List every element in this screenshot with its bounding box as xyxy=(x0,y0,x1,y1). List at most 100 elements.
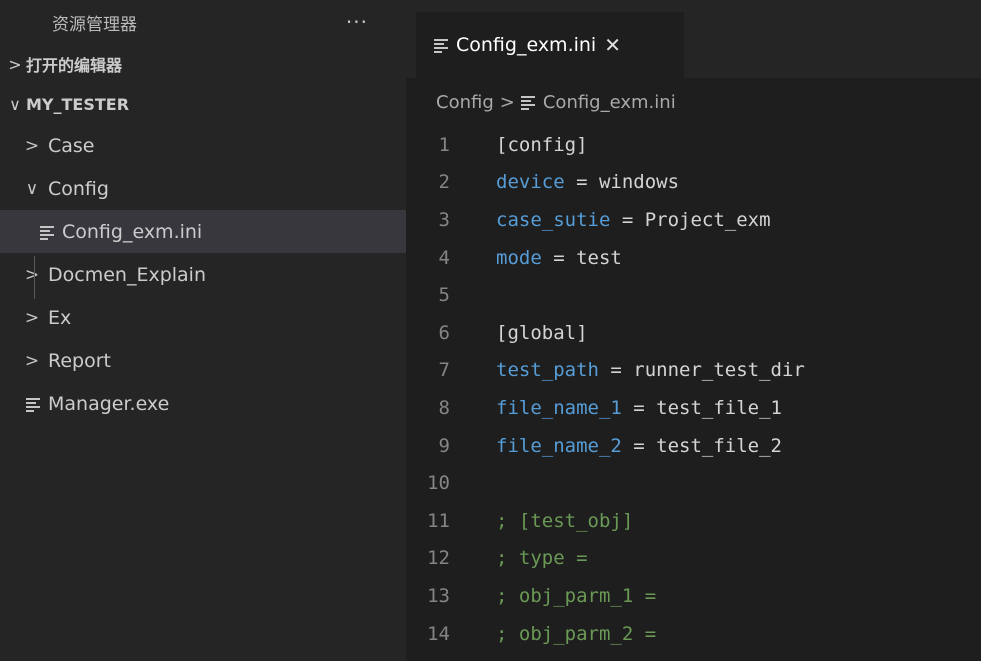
line-text: mode = test xyxy=(496,247,622,269)
code-line[interactable]: 4 mode = test xyxy=(406,239,981,277)
code-line[interactable]: 2 device = windows xyxy=(406,164,981,202)
line-number: 2 xyxy=(438,171,450,194)
code-token: case_sutie xyxy=(496,208,611,231)
tree-item-label: Case xyxy=(48,134,95,157)
line-number: 8 xyxy=(438,396,450,419)
project-label: MY_TESTER xyxy=(26,94,130,114)
close-icon[interactable]: ✕ xyxy=(604,33,621,57)
code-token: device xyxy=(496,171,565,194)
code-token: [global] xyxy=(496,321,588,344)
tree-item-report[interactable]: > Report xyxy=(0,339,406,382)
breadcrumb: Config > Config_exm.ini xyxy=(406,82,676,122)
line-number: 10 xyxy=(427,472,450,495)
line-number: 12 xyxy=(427,547,450,570)
tree-item-config-exm-ini[interactable]: Config_exm.ini xyxy=(0,210,406,253)
code-token: = test_file_1 xyxy=(621,396,782,419)
line-text: file_name_2 = test_file_2 xyxy=(496,435,782,457)
line-number: 7 xyxy=(438,359,450,382)
code-line[interactable]: 13 ; obj_parm_1 = xyxy=(406,577,981,615)
more-icon[interactable]: ··· xyxy=(346,10,368,34)
chevron-right-icon: > xyxy=(24,135,40,156)
line-number: 11 xyxy=(427,509,450,532)
code-editor[interactable]: 1 [config] 2 device = windows 3 case_sutie = … xyxy=(406,126,981,652)
code-line[interactable]: 6 [global] xyxy=(406,314,981,352)
tree-item-label: Report xyxy=(48,349,111,372)
project-section[interactable]: ∨ MY_TESTER xyxy=(0,84,406,124)
code-line[interactable]: 14 ; obj_parm_2 = xyxy=(406,615,981,653)
line-number: 14 xyxy=(427,622,450,645)
explorer-title: 资源管理器 xyxy=(52,14,137,35)
tree-item-case[interactable]: > Case xyxy=(0,124,406,167)
tree-item-manager-exe[interactable]: Manager.exe xyxy=(0,382,406,425)
line-number: 4 xyxy=(438,246,450,269)
line-text: test_path = runner_test_dir xyxy=(496,359,805,381)
line-number: 9 xyxy=(438,434,450,457)
chevron-right-icon: > xyxy=(499,91,515,113)
code-token: ; obj_parm_1 = xyxy=(496,584,657,607)
line-number: 5 xyxy=(438,284,450,307)
code-token: ; [test_obj] xyxy=(496,509,634,532)
line-number: 13 xyxy=(427,584,450,607)
file-lines-icon xyxy=(434,39,448,53)
file-lines-icon xyxy=(40,225,54,240)
line-number: 1 xyxy=(438,133,450,156)
code-line[interactable]: 1 [config] xyxy=(406,126,981,164)
open-editors-label: 打开的编辑器 xyxy=(26,56,123,75)
breadcrumb-folder[interactable]: Config xyxy=(436,92,494,113)
tree-item-docmen-explain[interactable]: > Docmen_Explain xyxy=(0,253,406,296)
code-line[interactable]: 10 xyxy=(406,464,981,502)
code-token: [config] xyxy=(496,133,588,156)
tree-item-label: Ex xyxy=(48,306,72,329)
explorer-header: 资源管理器 ··· xyxy=(0,0,406,44)
line-text: [config] xyxy=(496,134,588,156)
code-line[interactable]: 7 test_path = runner_test_dir xyxy=(406,352,981,390)
tab-label: Config_exm.ini xyxy=(456,34,597,56)
file-lines-icon xyxy=(26,397,40,412)
code-token: = test xyxy=(541,246,622,269)
code-token: test_path xyxy=(496,359,599,382)
code-line[interactable]: 11 ; [test_obj] xyxy=(406,502,981,540)
code-token: mode xyxy=(496,246,542,269)
tab-config-exm-ini[interactable]: Config_exm.ini ✕ xyxy=(416,12,684,78)
chevron-right-icon: > xyxy=(24,307,40,328)
chevron-right-icon: > xyxy=(24,350,40,371)
line-text: case_sutie = Project_exm xyxy=(496,209,771,231)
code-line[interactable]: 12 ; type = xyxy=(406,540,981,578)
code-token: file_name_2 xyxy=(496,434,622,457)
explorer-sidebar: 资源管理器 ··· > 打开的编辑器 ∨ MY_TESTER > Case ∨ … xyxy=(0,0,406,661)
code-token: = runner_test_dir xyxy=(598,359,805,382)
tree-item-label: Manager.exe xyxy=(48,392,170,415)
code-line[interactable]: 8 file_name_1 = test_file_1 xyxy=(406,389,981,427)
line-text: [global] xyxy=(496,322,588,344)
code-token: file_name_1 xyxy=(496,396,622,419)
tree-item-label: Config_exm.ini xyxy=(62,220,203,243)
tab-bar: Config_exm.ini ✕ xyxy=(406,0,981,78)
line-text: file_name_1 = test_file_1 xyxy=(496,397,782,419)
code-token: = Project_exm xyxy=(610,208,771,231)
code-line[interactable]: 3 case_sutie = Project_exm xyxy=(406,201,981,239)
code-token: = windows xyxy=(564,171,680,194)
line-text: ; type = xyxy=(496,547,588,569)
line-number: 6 xyxy=(438,321,450,344)
chevron-down-icon: ∨ xyxy=(25,178,39,199)
code-token: ; obj_parm_2 = xyxy=(496,622,657,645)
breadcrumb-file[interactable]: Config_exm.ini xyxy=(543,92,676,113)
tree-item-label: Config xyxy=(48,177,109,200)
tree-item-label: Docmen_Explain xyxy=(48,263,206,286)
code-line[interactable]: 5 xyxy=(406,276,981,314)
tree-item-config[interactable]: ∨ Config xyxy=(0,167,406,210)
chevron-right-icon: > xyxy=(24,264,40,285)
file-lines-icon xyxy=(520,96,535,110)
line-text: ; obj_parm_1 = xyxy=(496,585,656,607)
tree-item-ex[interactable]: > Ex xyxy=(0,296,406,339)
code-token: = test_file_2 xyxy=(621,434,782,457)
open-editors-section[interactable]: > 打开的编辑器 xyxy=(0,44,406,84)
line-text: ; obj_parm_2 = xyxy=(496,623,656,645)
chevron-down-icon: ∨ xyxy=(9,94,21,114)
code-line[interactable]: 9 file_name_2 = test_file_2 xyxy=(406,427,981,465)
code-token: ; type = xyxy=(496,547,588,570)
indent-guide xyxy=(34,256,35,299)
line-number: 3 xyxy=(438,208,450,231)
line-text: device = windows xyxy=(496,171,679,193)
chevron-right-icon: > xyxy=(8,54,22,74)
